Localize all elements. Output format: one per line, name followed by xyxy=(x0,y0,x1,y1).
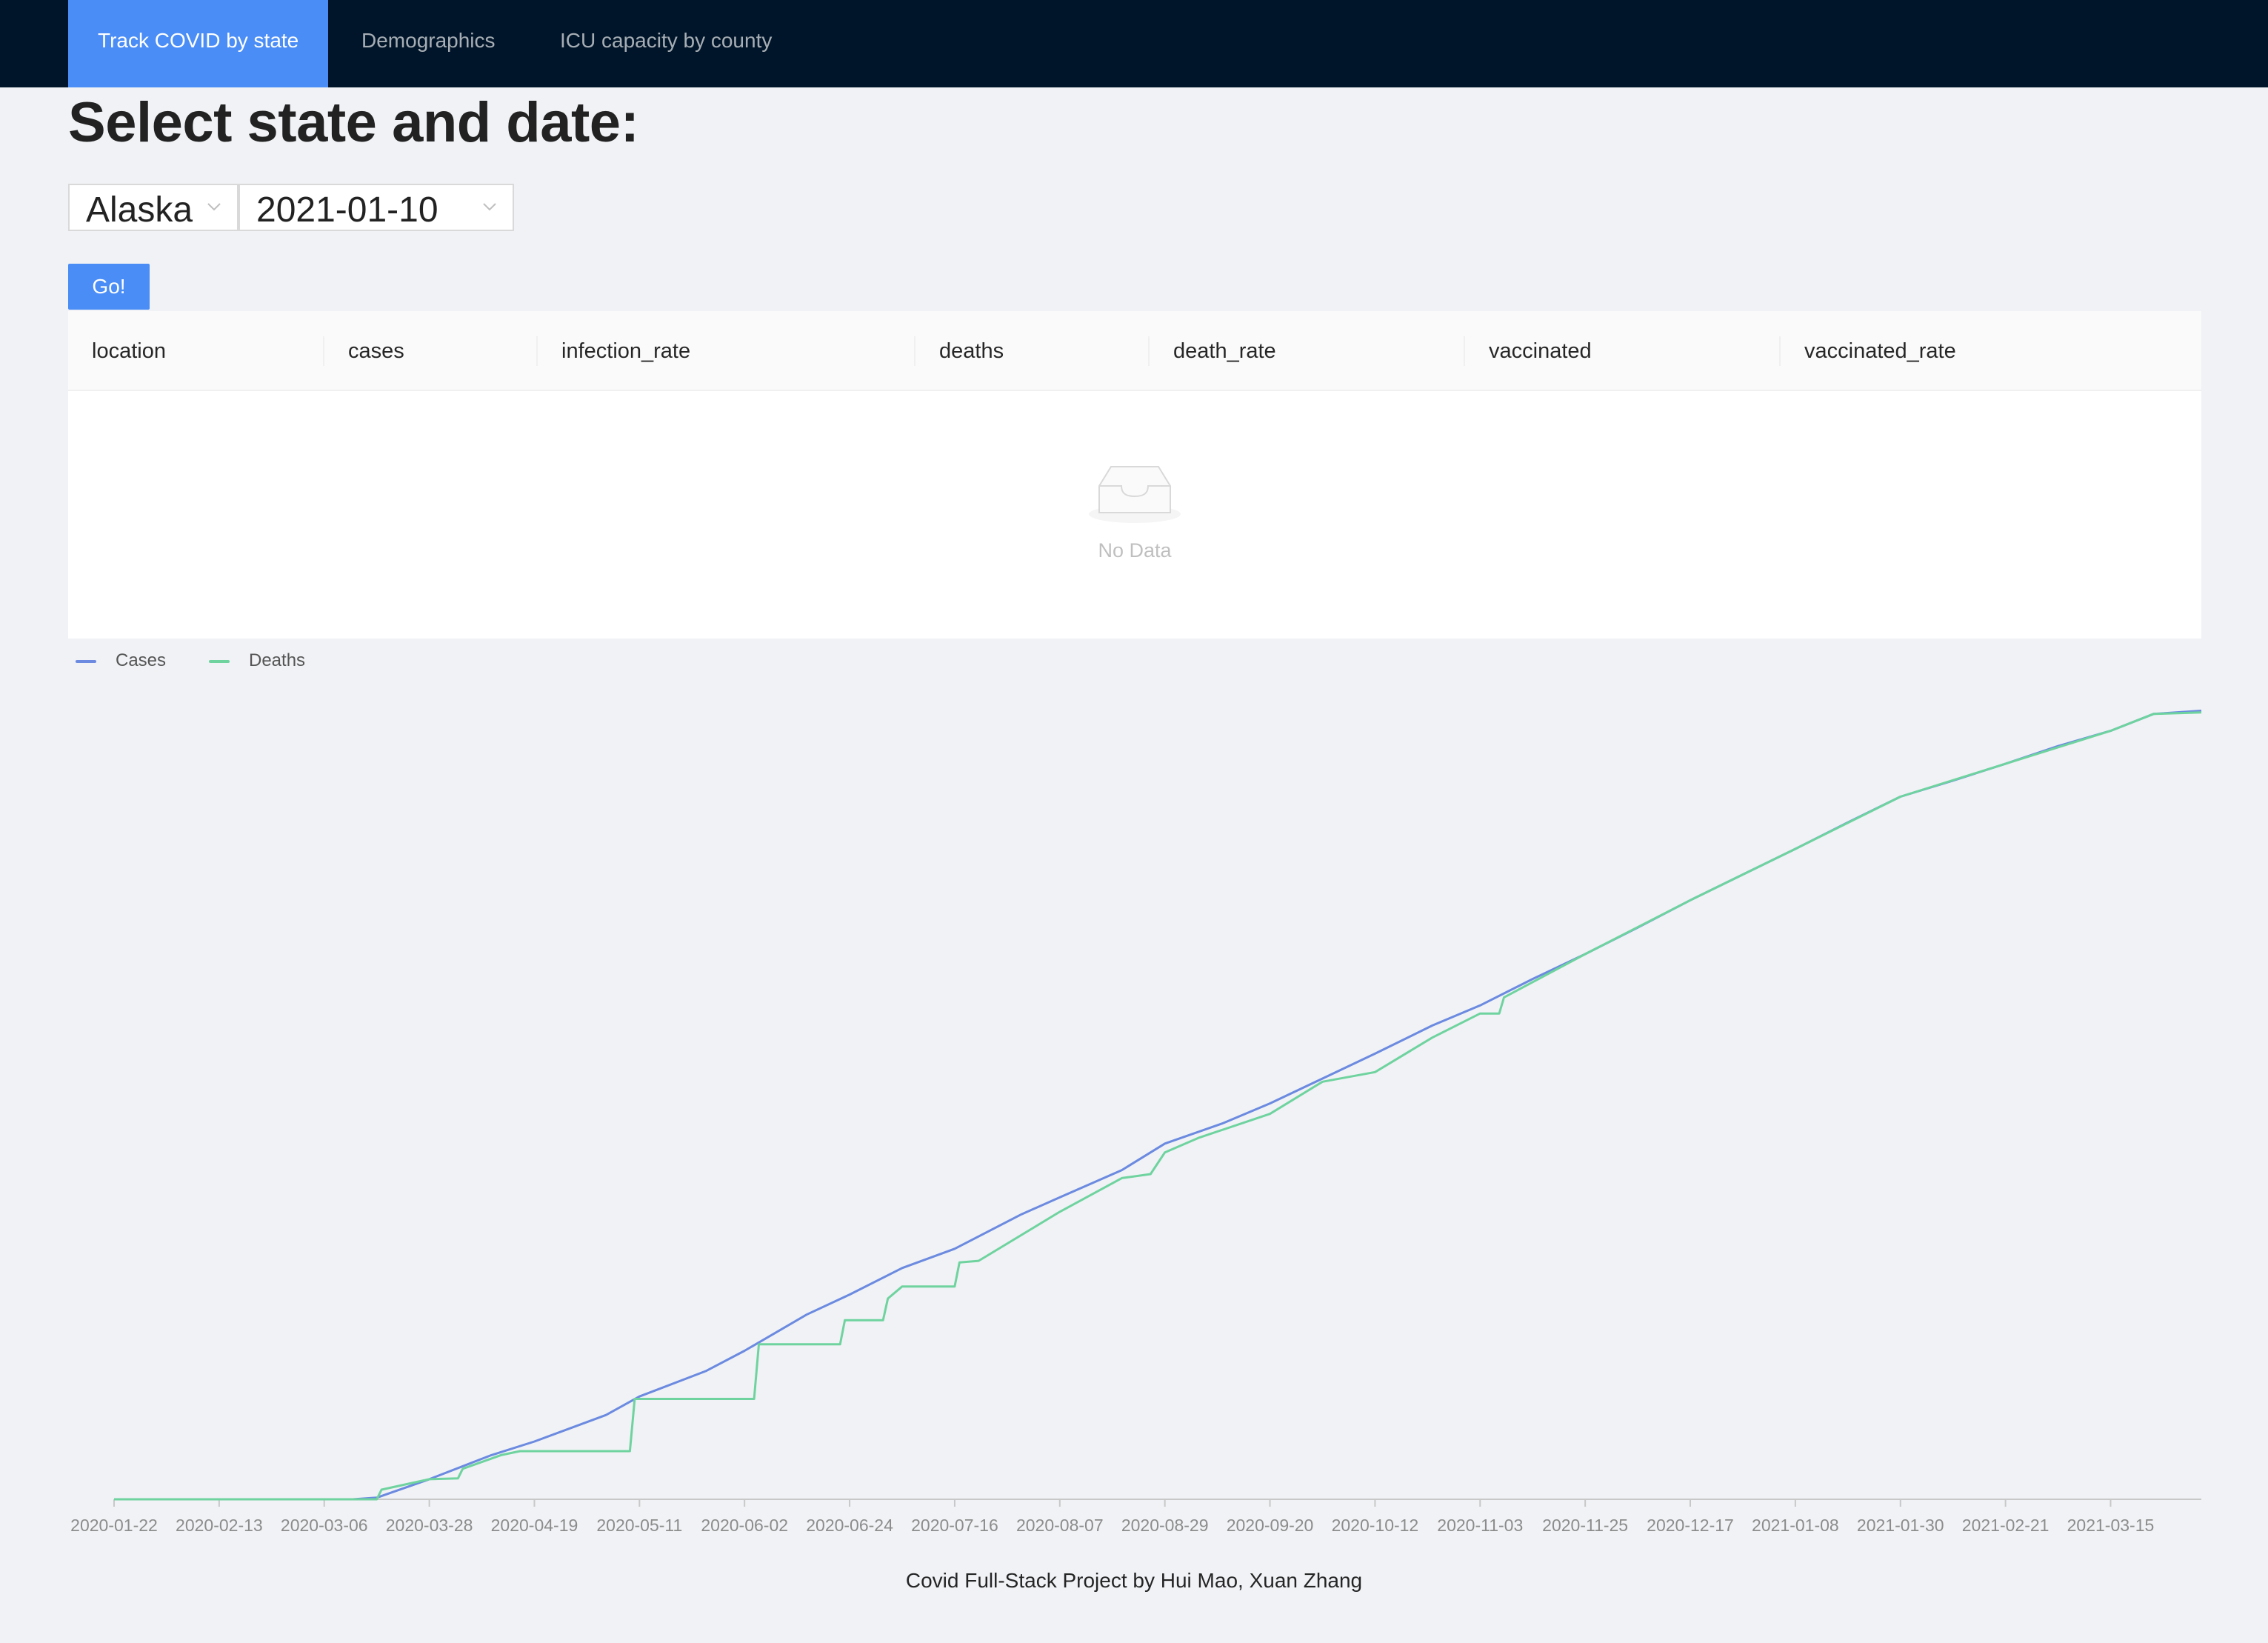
series-line-deaths[interactable] xyxy=(114,711,2202,1501)
x-tick-label: 2021-01-08 xyxy=(1752,1516,1839,1535)
x-tick-label: 2020-12-17 xyxy=(1647,1516,1734,1535)
x-tick-label: 2020-08-07 xyxy=(1016,1516,1104,1535)
x-tick-label: 2020-11-25 xyxy=(1542,1516,1628,1535)
x-tick-label: 2020-11-03 xyxy=(1437,1516,1523,1535)
x-tick-label: 2020-06-24 xyxy=(806,1516,893,1535)
x-tick-label: 2020-01-22 xyxy=(70,1516,158,1535)
x-tick-label: 2020-07-16 xyxy=(911,1516,998,1535)
cumulative-line-chart: 2020-01-22 2020-02-13 2020-03-06 2020-03-28… xyxy=(70,710,2202,1535)
x-tick-label: 2020-10-12 xyxy=(1332,1516,1419,1535)
x-tick-label: 2020-06-02 xyxy=(701,1516,788,1535)
x-tick-label: 2020-02-13 xyxy=(176,1516,263,1535)
x-tick-label: 2020-09-20 xyxy=(1227,1516,1314,1535)
x-tick-label: 2020-04-19 xyxy=(491,1516,578,1535)
x-tick-label: 2021-01-30 xyxy=(1857,1516,1944,1535)
x-tick-label: 2021-02-21 xyxy=(1962,1516,2049,1535)
x-tick-label: 2020-03-06 xyxy=(281,1516,368,1535)
x-tick-label: 2020-05-11 xyxy=(596,1516,682,1535)
x-tick-label: 2021-03-15 xyxy=(2067,1516,2155,1535)
series-line-cases[interactable] xyxy=(114,710,2202,1501)
x-tick-label: 2020-08-29 xyxy=(1121,1516,1209,1535)
footer-credit: Covid Full-Stack Project by Hui Mao, Xua… xyxy=(905,1569,1363,1592)
x-tick-label: 2020-03-28 xyxy=(386,1516,473,1535)
